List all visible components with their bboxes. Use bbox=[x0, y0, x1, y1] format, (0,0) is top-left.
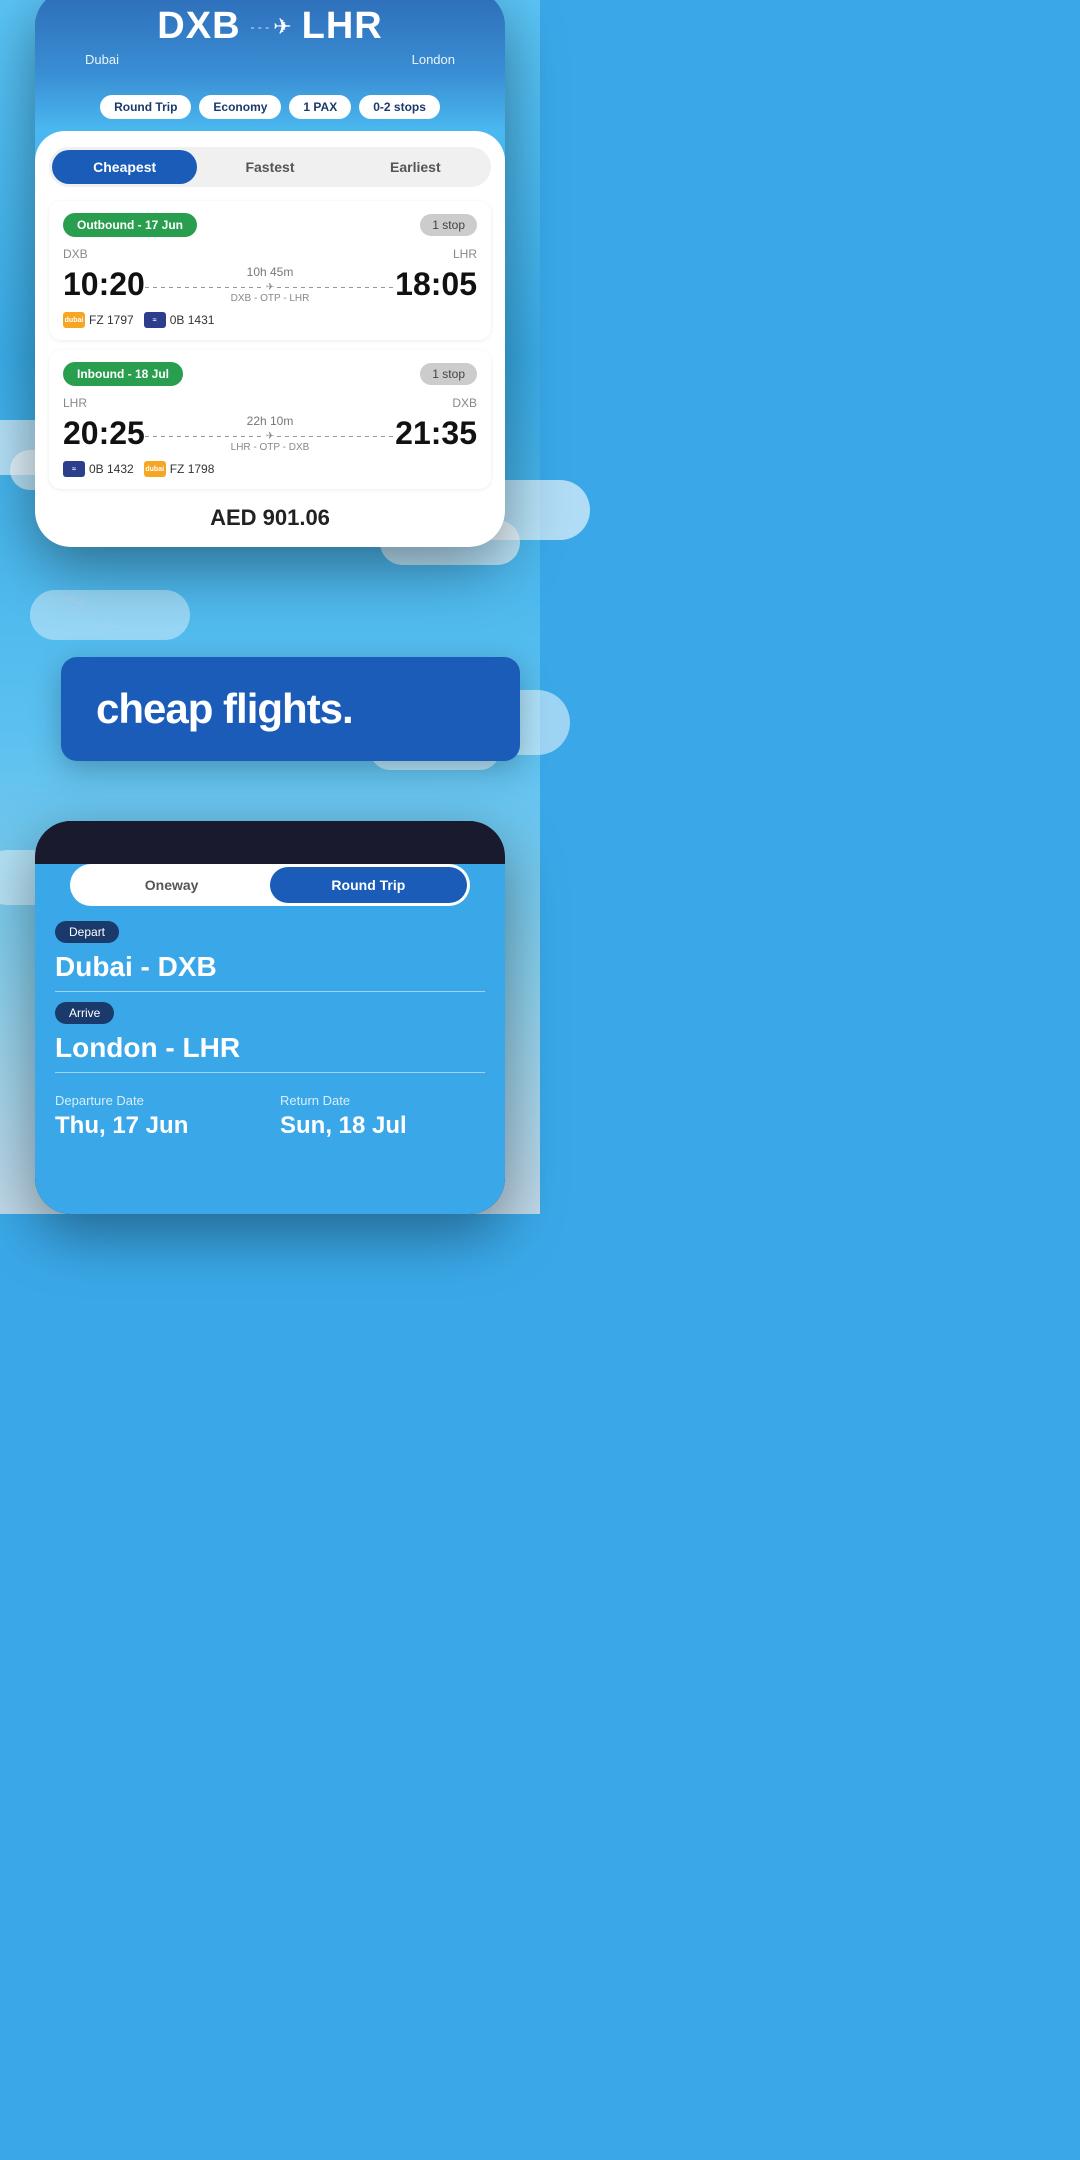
blueair-logo-out: ≈ bbox=[144, 312, 166, 328]
outbound-airline2: ≈ 0B 1431 bbox=[144, 312, 215, 328]
flight-header: DXB - - - ✈ LHR Dubai London Round Trip … bbox=[35, 0, 505, 131]
outbound-arrive-time: 18:05 bbox=[395, 266, 477, 303]
plane-icon: ✈ bbox=[273, 14, 291, 40]
dash-left2 bbox=[145, 436, 263, 437]
tabs-container: Cheapest Fastest Earliest Outbound - 17 … bbox=[35, 131, 505, 547]
outbound-duration: 10h 45m bbox=[145, 265, 395, 279]
arrive-label: Arrive bbox=[55, 1002, 114, 1024]
phone-bottom-screen: Oneway Round Trip Depart Dubai - DXB Arr… bbox=[35, 864, 505, 1214]
inbound-time-row: 20:25 22h 10m ✈ LHR - OTP - DXB 21 bbox=[63, 414, 477, 453]
inbound-line: ✈ bbox=[145, 431, 395, 442]
cabin-class-pill[interactable]: Economy bbox=[199, 95, 281, 119]
trip-type-pill[interactable]: Round Trip bbox=[100, 95, 191, 119]
return-date-block[interactable]: Return Date Sun, 18 Jul bbox=[280, 1093, 485, 1140]
tab-earliest[interactable]: Earliest bbox=[343, 150, 488, 184]
dash-left bbox=[145, 287, 263, 288]
arrive-field[interactable]: Arrive London - LHR bbox=[55, 1002, 485, 1073]
outbound-stops: 1 stop bbox=[420, 214, 477, 236]
flydubai-logo-out: dubai bbox=[63, 312, 85, 328]
dash-right bbox=[277, 287, 395, 288]
depart-field[interactable]: Depart Dubai - DXB bbox=[55, 921, 485, 992]
inbound-header: Inbound - 18 Jul 1 stop bbox=[63, 362, 477, 386]
inbound-airlines: ≈ 0B 1432 dubai FZ 1798 bbox=[63, 461, 477, 477]
airport-names-row: Dubai London bbox=[55, 52, 485, 77]
filter-pills: Round Trip Economy 1 PAX 0-2 stops bbox=[55, 87, 485, 131]
return-date-label: Return Date bbox=[280, 1093, 485, 1108]
flydubai-logo-in: dubai bbox=[144, 461, 166, 477]
arrival-code: LHR bbox=[302, 5, 383, 48]
stops-pill[interactable]: 0-2 stops bbox=[359, 95, 440, 119]
price-peek: AED 901.06 bbox=[49, 499, 491, 537]
phone-notch bbox=[35, 821, 505, 849]
outbound-via: DXB - OTP - LHR bbox=[145, 293, 395, 304]
phone-bottom: Oneway Round Trip Depart Dubai - DXB Arr… bbox=[35, 821, 505, 1214]
trip-roundtrip[interactable]: Round Trip bbox=[270, 867, 467, 903]
plane-small2: ✈ bbox=[266, 431, 274, 442]
outbound-badge: Outbound - 17 Jun bbox=[63, 213, 197, 237]
search-section: Depart Dubai - DXB Arrive London - LHR bbox=[35, 921, 505, 1073]
outbound-header: Outbound - 17 Jun 1 stop bbox=[63, 213, 477, 237]
inbound-origin: LHR bbox=[63, 396, 87, 410]
middle-section: cheap flights. bbox=[0, 547, 540, 821]
departure-date-label: Departure Date bbox=[55, 1093, 260, 1108]
inbound-duration-info: 22h 10m ✈ LHR - OTP - DXB bbox=[145, 414, 395, 453]
tab-row: Cheapest Fastest Earliest bbox=[49, 147, 491, 187]
trip-toggle: Oneway Round Trip bbox=[70, 864, 470, 906]
bottom-spacer bbox=[35, 1150, 505, 1170]
blueair-logo-in: ≈ bbox=[63, 461, 85, 477]
content-layer: DXB - - - ✈ LHR Dubai London Round Trip … bbox=[0, 0, 540, 1214]
inbound-airline2: dubai FZ 1798 bbox=[144, 461, 215, 477]
outbound-dest: LHR bbox=[453, 247, 477, 261]
inbound-card: Inbound - 18 Jul 1 stop LHR DXB 20:25 22… bbox=[49, 350, 491, 489]
page-wrapper: 〜 〜 〜 DXB - - - ✈ LHR Dubai bbox=[0, 0, 540, 1214]
trip-oneway[interactable]: Oneway bbox=[73, 867, 270, 903]
departure-city: Dubai bbox=[85, 52, 119, 67]
outbound-airline1: dubai FZ 1797 bbox=[63, 312, 134, 328]
gap-space-2 bbox=[0, 761, 540, 801]
inbound-airports: LHR DXB bbox=[63, 396, 477, 410]
departure-date-value: Thu, 17 Jun bbox=[55, 1112, 260, 1140]
outbound-airlines: dubai FZ 1797 ≈ 0B 1431 bbox=[63, 312, 477, 328]
departure-code: DXB bbox=[157, 5, 240, 48]
passengers-pill[interactable]: 1 PAX bbox=[289, 95, 351, 119]
plane-small: ✈ bbox=[266, 282, 274, 293]
promo-text: cheap flights. bbox=[96, 685, 485, 733]
departure-date-block[interactable]: Departure Date Thu, 17 Jun bbox=[55, 1093, 260, 1140]
tab-fastest[interactable]: Fastest bbox=[197, 150, 342, 184]
inbound-duration: 22h 10m bbox=[145, 414, 395, 428]
inbound-stops: 1 stop bbox=[420, 363, 477, 385]
arrival-city: London bbox=[412, 52, 455, 67]
outbound-depart-time: 10:20 bbox=[63, 266, 145, 303]
depart-label: Depart bbox=[55, 921, 119, 943]
phone-top-screen: DXB - - - ✈ LHR Dubai London Round Trip … bbox=[35, 0, 505, 547]
dash-right2 bbox=[277, 436, 395, 437]
return-date-value: Sun, 18 Jul bbox=[280, 1112, 485, 1140]
arrive-value: London - LHR bbox=[55, 1032, 485, 1073]
gap-space bbox=[0, 577, 540, 657]
outbound-time-row: 10:20 10h 45m ✈ DXB - OTP - LHR 18 bbox=[63, 265, 477, 304]
airport-row: DXB - - - ✈ LHR bbox=[55, 5, 485, 48]
phone-top: DXB - - - ✈ LHR Dubai London Round Trip … bbox=[35, 0, 505, 547]
outbound-origin: DXB bbox=[63, 247, 88, 261]
inbound-dest: DXB bbox=[452, 396, 477, 410]
outbound-duration-info: 10h 45m ✈ DXB - OTP - LHR bbox=[145, 265, 395, 304]
outbound-card: Outbound - 17 Jun 1 stop DXB LHR 10:20 1… bbox=[49, 201, 491, 340]
outbound-line: ✈ bbox=[145, 282, 395, 293]
tab-cheapest[interactable]: Cheapest bbox=[52, 150, 197, 184]
inbound-airline1: ≈ 0B 1432 bbox=[63, 461, 134, 477]
dates-row: Departure Date Thu, 17 Jun Return Date S… bbox=[35, 1083, 505, 1150]
flight-icon: - - - ✈ bbox=[251, 14, 292, 40]
inbound-arrive-time: 21:35 bbox=[395, 415, 477, 452]
inbound-depart-time: 20:25 bbox=[63, 415, 145, 452]
promo-box: cheap flights. bbox=[61, 657, 520, 761]
depart-value: Dubai - DXB bbox=[55, 951, 485, 992]
notch-bump bbox=[240, 831, 300, 849]
inbound-badge: Inbound - 18 Jul bbox=[63, 362, 183, 386]
outbound-airports: DXB LHR bbox=[63, 247, 477, 261]
inbound-via: LHR - OTP - DXB bbox=[145, 442, 395, 453]
